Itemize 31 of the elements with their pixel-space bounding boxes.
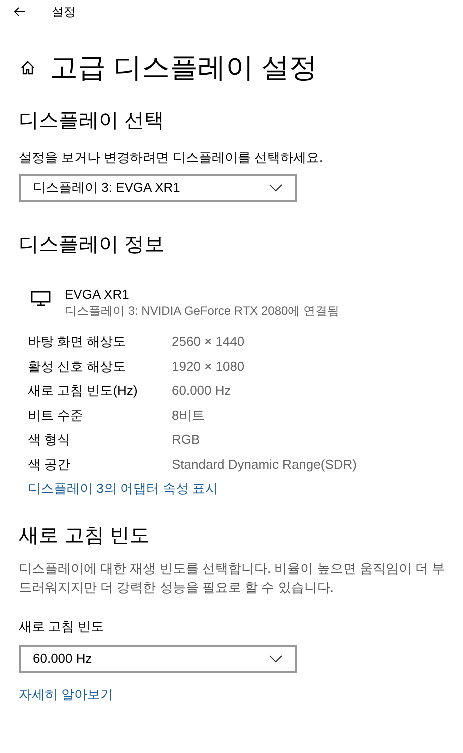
- property-value: RGB: [172, 431, 200, 450]
- section-heading: 디스플레이 정보: [19, 232, 166, 258]
- monitor-name: EVGA XR1: [65, 286, 130, 302]
- property-label: 비트 수준: [28, 406, 85, 425]
- property-label: 색 공간: [28, 456, 72, 474]
- property-label: 활성 신호 해상도: [28, 358, 128, 376]
- page-title: 고급 디스플레이 설정: [50, 51, 318, 85]
- dropdown[interactable]: 60.000 Hz: [19, 644, 297, 673]
- window-title: 설정: [52, 4, 76, 21]
- chevron-down-icon: [269, 184, 283, 192]
- learn-more-link[interactable]: 자세히 알아보기: [19, 684, 114, 704]
- property-label: 색 형식: [28, 431, 72, 450]
- field-label: 새로 고침 빈도: [19, 618, 106, 636]
- section-heading: 새로 고침 빈도: [19, 524, 152, 550]
- property-value: 1920 × 1080: [172, 358, 245, 376]
- section-heading: 디스플레이 선택: [19, 109, 166, 134]
- property-label: 바탕 화면 해상도: [28, 333, 128, 352]
- description: 설정을 보거나 변경하려면 디스플레이를 선택하세요.: [19, 149, 324, 167]
- dropdown[interactable]: 디스플레이 3: EVGA XR1: [19, 174, 297, 202]
- monitor-icon: [31, 290, 51, 306]
- property-value: 60.000 Hz: [172, 382, 232, 400]
- back-arrow-icon: [14, 7, 26, 17]
- property-label: 새로 고침 빈도(Hz): [28, 382, 139, 400]
- description: 디스플레이에 대한 재생 빈도를 선택합니다. 비율이 높으면 움직임이 더 부드러워지지만 더 강력한 성능을 필요로 할 수 있습니다.: [19, 560, 446, 598]
- property-value: 2560 × 1440: [172, 333, 245, 352]
- chevron-down-icon: [269, 654, 283, 663]
- property-value: Standard Dynamic Range(SDR): [172, 456, 357, 474]
- home-icon: [20, 60, 36, 76]
- monitor-subtitle: 디스플레이 3: NVIDIA GeForce RTX 2080에 연결됨: [65, 302, 340, 320]
- adapter-properties-link[interactable]: 디스플레이 3의 어댑터 속성 표시: [28, 479, 219, 499]
- property-value: 8비트: [172, 406, 206, 425]
